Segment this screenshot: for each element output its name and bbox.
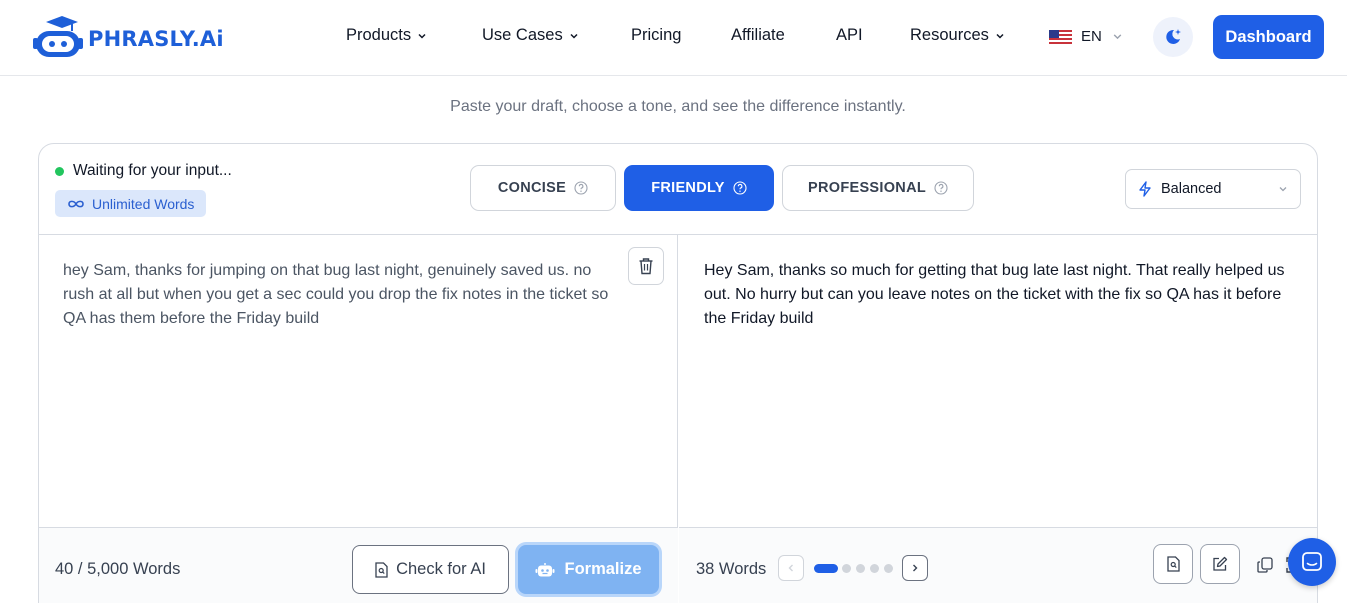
input-textarea[interactable]: hey Sam, thanks for jumping on that bug …	[63, 259, 623, 331]
chat-icon	[1302, 552, 1322, 571]
language-selector[interactable]: EN	[1049, 28, 1123, 45]
badge-label: Unlimited Words	[92, 195, 195, 212]
status-text: Waiting for your input...	[73, 162, 232, 179]
tone-friendly-button[interactable]: FRIENDLY	[624, 165, 774, 211]
output-text: Hey Sam, thanks so much for getting that…	[704, 262, 1285, 327]
dashboard-button[interactable]: Dashboard	[1213, 15, 1324, 59]
tone-friendly-label: FRIENDLY	[651, 180, 725, 196]
top-header: PHRASLY.Ai Products Use Cases Pricing Af…	[0, 0, 1347, 76]
tone-concise-label: CONCISE	[497, 180, 567, 196]
unlimited-words-badge: Unlimited Words	[55, 190, 207, 217]
robot-icon	[535, 562, 555, 576]
next-version-button[interactable]	[902, 555, 928, 581]
page-subtitle: Paste your draft, choose a tone, and see…	[450, 98, 906, 115]
tone-concise-button[interactable]: CONCISE	[470, 165, 616, 211]
tone-professional-label: PROFESSIONAL	[808, 180, 926, 196]
input-word-count: 40 / 5,000 Words	[55, 560, 181, 578]
brand-logo[interactable]: PHRASLY.Ai	[32, 16, 224, 60]
nav-affiliate-label: Affiliate	[731, 26, 785, 44]
output-word-count: 38 Words	[696, 560, 767, 578]
nav-use-cases[interactable]: Use Cases	[482, 26, 579, 45]
check-for-ai-label: Check for AI	[396, 560, 486, 578]
output-panel: Hey Sam, thanks so much for getting that…	[679, 235, 1317, 603]
status-dot	[55, 166, 64, 176]
check-for-ai-button[interactable]: Check for AI	[352, 545, 509, 594]
edit-icon	[1213, 556, 1228, 571]
mode-label: Balanced	[1161, 181, 1222, 197]
lightning-icon	[1139, 181, 1151, 197]
us-flag-icon	[1049, 29, 1072, 44]
nav-products[interactable]: Products	[346, 26, 427, 45]
help-circle-icon	[733, 181, 747, 195]
editor-panels: hey Sam, thanks for jumping on that bug …	[39, 234, 1317, 603]
brand-name: PHRASLY.Ai	[88, 27, 224, 51]
chevron-right-icon	[913, 564, 918, 572]
nav-api[interactable]: API	[836, 26, 863, 45]
previous-version-button[interactable]	[778, 555, 804, 581]
pagination-dot[interactable]	[842, 564, 851, 573]
moon-sparkle-icon	[1166, 29, 1181, 44]
nav-products-label: Products	[346, 26, 412, 44]
nav-use-cases-label: Use Cases	[482, 26, 563, 44]
nav-api-label: API	[836, 26, 863, 44]
document-search-icon	[375, 561, 388, 578]
pagination-dot[interactable]	[856, 564, 865, 573]
infinity-icon	[68, 200, 84, 207]
chevron-down-icon	[996, 33, 1004, 39]
rewriter-card: Waiting for your input... Unlimited Word…	[38, 143, 1318, 603]
document-search-icon	[1166, 556, 1180, 572]
pagination-dot[interactable]	[884, 564, 893, 573]
chevron-left-icon	[788, 564, 793, 572]
chevron-down-icon	[418, 33, 426, 39]
chevron-down-icon	[1279, 187, 1287, 192]
nav-pricing[interactable]: Pricing	[631, 26, 681, 45]
theme-toggle-button[interactable]	[1153, 17, 1193, 57]
input-panel: hey Sam, thanks for jumping on that bug …	[39, 235, 678, 603]
check-output-ai-button[interactable]	[1153, 544, 1193, 584]
chevron-down-icon	[1113, 34, 1122, 40]
edit-output-button[interactable]	[1200, 544, 1240, 584]
formalize-label: Formalize	[564, 560, 642, 578]
status-indicator: Waiting for your input...	[55, 162, 232, 180]
chat-support-button[interactable]	[1288, 538, 1336, 586]
input-footer: 40 / 5,000 Words Check for AI Formalize	[39, 527, 678, 603]
nav-pricing-label: Pricing	[631, 26, 682, 44]
help-circle-icon	[574, 181, 588, 195]
chevron-down-icon	[570, 33, 578, 39]
help-circle-icon	[934, 181, 948, 195]
copy-icon[interactable]	[1256, 556, 1274, 574]
language-label: EN	[1081, 28, 1102, 45]
clear-input-button[interactable]	[628, 247, 664, 285]
tone-professional-button[interactable]: PROFESSIONAL	[782, 165, 974, 211]
trash-icon	[639, 258, 653, 275]
pagination-dot[interactable]	[870, 564, 879, 573]
robot-logo-icon	[33, 16, 83, 57]
nav-resources[interactable]: Resources	[910, 26, 1005, 45]
pagination-dot-active[interactable]	[814, 564, 838, 573]
formalize-button[interactable]: Formalize	[518, 545, 659, 594]
nav-affiliate[interactable]: Affiliate	[731, 26, 785, 45]
mode-select[interactable]: Balanced	[1125, 169, 1301, 209]
nav-resources-label: Resources	[910, 26, 989, 44]
output-footer: 38 Words	[679, 527, 1317, 603]
